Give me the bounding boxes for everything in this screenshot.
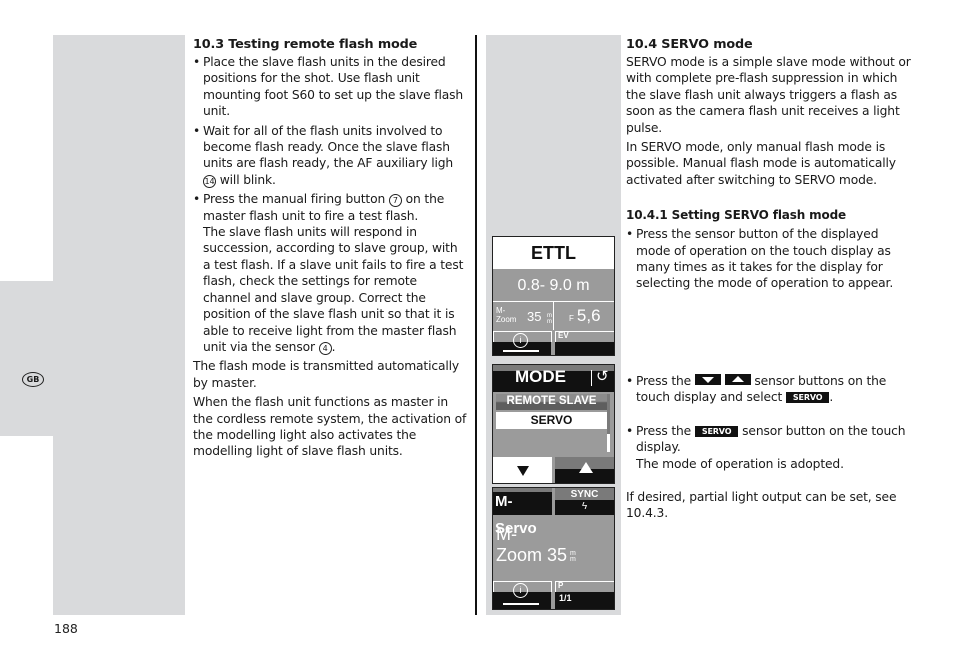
- up-button-glyph: [724, 373, 751, 385]
- sync-button[interactable]: SYNC ϟ: [555, 488, 614, 515]
- section-heading: 10.4 SERVO mode: [626, 37, 753, 52]
- display-m-servo: M-Servo SYNC ϟ M- Zoom 35 m m i P 1/1: [492, 487, 615, 610]
- reference-number: 14: [203, 174, 216, 188]
- back-icon[interactable]: ↺: [596, 367, 609, 385]
- zoom-value[interactable]: 35: [527, 309, 541, 324]
- info-icon: i: [513, 583, 528, 598]
- arrow-down-icon: [701, 376, 714, 383]
- step-item: Press the SERVO sensor button on the tou…: [626, 423, 911, 472]
- paragraph: When the flash unit functions as master …: [193, 395, 467, 459]
- margin-strip-left: [53, 35, 185, 615]
- paragraph: The flash mode is transmitted automatica…: [193, 359, 459, 390]
- page-indicator: 1/1: [559, 593, 572, 603]
- reference-number: 7: [388, 194, 402, 208]
- section-10-4: 10.4 SERVO mode SERVO mode is a simple s…: [626, 36, 911, 525]
- partial-power-button[interactable]: P 1/1: [555, 581, 614, 609]
- section-heading: 10.3 Testing remote flash mode: [193, 37, 418, 52]
- step-item: Press the sensor button of the displayed…: [626, 226, 911, 292]
- zoom-unit: m: [570, 556, 576, 563]
- reference-number: 4: [318, 341, 332, 355]
- arrow-up-icon: [579, 462, 593, 473]
- column-divider: [475, 35, 477, 615]
- ev-label: EV: [558, 331, 569, 340]
- mode-option-remote-slave[interactable]: REMOTE SLAVE: [496, 394, 607, 410]
- range-readout: 0.8- 9.0 m: [517, 277, 590, 294]
- step-item: Press the sensor buttons on the touch di…: [626, 373, 911, 406]
- bullet-item: Place the slave flash units in the desir…: [193, 54, 468, 120]
- paragraph: SERVO mode is a simple slave mode withou…: [626, 55, 911, 135]
- note: If desired, partial light output can be …: [626, 489, 897, 521]
- info-icon: i: [513, 333, 528, 348]
- section-10-3: 10.3 Testing remote flash mode Place the…: [193, 36, 468, 463]
- mode-title: MODE: [515, 367, 566, 386]
- servo-button-glyph: SERVO: [694, 425, 739, 437]
- mode-option-servo[interactable]: SERVO: [496, 412, 607, 429]
- separator: [553, 302, 554, 330]
- arrow-up-icon: [731, 375, 744, 382]
- info-button[interactable]: i: [493, 581, 552, 609]
- p-label: P: [558, 581, 564, 590]
- bullet-item: Wait for all of the flash units involved…: [193, 123, 468, 189]
- page-number: 188: [54, 621, 78, 636]
- aperture-value[interactable]: F 5,6: [569, 306, 601, 326]
- zoom-unit: m: [547, 319, 552, 325]
- display-mode: MODE ↺ REMOTE SLAVE SERVO: [492, 364, 615, 484]
- zoom-readout[interactable]: M- Zoom 35: [496, 524, 567, 566]
- arrow-down-icon: [517, 466, 529, 476]
- info-button[interactable]: i: [493, 331, 552, 355]
- language-tab: [0, 281, 53, 436]
- up-arrow-button[interactable]: [555, 457, 614, 483]
- zoom-label[interactable]: M- Zoom: [496, 306, 516, 324]
- down-button-glyph: [694, 373, 721, 385]
- bullet-list: Place the slave flash units in the desir…: [193, 54, 468, 355]
- ev-button[interactable]: EV: [555, 331, 614, 355]
- down-arrow-button[interactable]: [493, 457, 552, 483]
- language-badge: GB: [22, 372, 44, 387]
- flash-mode-button[interactable]: M-Servo: [493, 488, 552, 537]
- servo-button-glyph: SERVO: [785, 392, 830, 404]
- paragraph: In SERVO mode, only manual flash mode is…: [626, 140, 896, 187]
- display-ettl: ETTL 0.8- 9.0 m M- Zoom 35 m m F 5,6 i EV: [492, 236, 615, 356]
- subsection-heading: 10.4.1 Setting SERVO flash mode: [626, 208, 847, 223]
- flash-icon: ϟ: [581, 501, 588, 512]
- bullet-item: Press the manual firing button 7 on the …: [193, 191, 468, 355]
- flash-mode-button[interactable]: ETTL: [493, 237, 614, 269]
- scrollbar[interactable]: [607, 394, 610, 452]
